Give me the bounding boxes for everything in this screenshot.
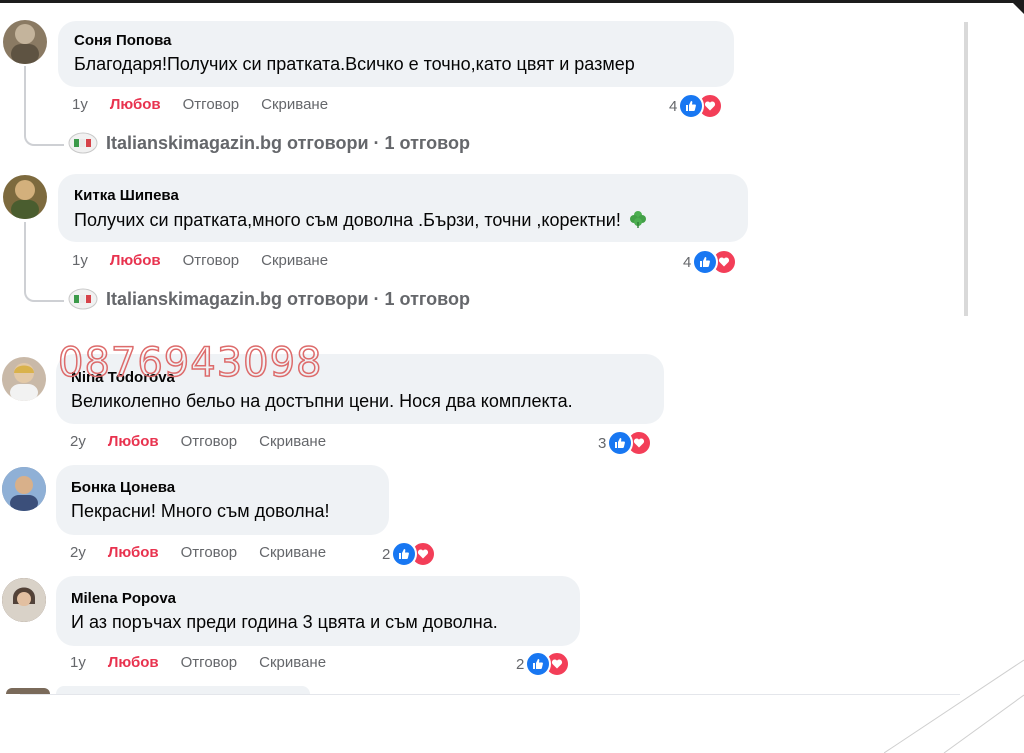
comment-actions: 1у Любов Отговор Скриване [72,252,350,269]
avatar[interactable] [3,20,47,64]
reaction-count: 2 [516,655,525,673]
reply-link[interactable]: Отговор [181,654,238,671]
hide-link[interactable]: Скриване [261,252,328,269]
comment-author[interactable]: Бонка Цонева [71,479,175,496]
comment-time[interactable]: 1у [72,96,88,113]
reply-link[interactable]: Отговор [181,544,238,561]
love-reaction-link[interactable]: Любов [108,654,159,671]
comment-author[interactable]: Китка Шипева [74,187,179,204]
reaction-summary[interactable]: 4 [683,249,738,275]
comment-actions: 2у Любов Отговор Скриване [70,433,348,450]
avatar[interactable] [2,357,46,401]
hide-link[interactable]: Скриване [259,433,326,450]
reaction-summary[interactable]: 3 [598,430,653,456]
top-border [0,0,1024,3]
reaction-summary[interactable]: 2 [382,541,437,567]
thread-connector [24,66,64,146]
comment-author[interactable]: Соня Попова [74,32,172,49]
hide-link[interactable]: Скриване [259,544,326,561]
reply-link[interactable]: Отговор [181,433,238,450]
crop-line [20,694,960,695]
love-reaction-link[interactable]: Любов [108,433,159,450]
top-corner-decoration [1010,0,1024,14]
reaction-summary[interactable]: 4 [669,93,724,119]
reply-link[interactable]: Отговор [183,252,240,269]
comment-bubble [56,465,389,535]
reaction-count: 3 [598,434,607,452]
page-reply-link[interactable]: Italianskimagazin.bg отговори · 1 отгово… [68,131,470,155]
reaction-summary[interactable]: 2 [516,651,571,677]
comment-actions: 2у Любов Отговор Скриване [70,544,348,561]
comment-text: Благодаря!Получих си пратката.Всичко е т… [74,54,635,74]
reaction-count: 4 [683,253,692,271]
comment-bubble [58,174,748,242]
comment-bubble [56,686,310,694]
thread-connector [24,222,64,302]
love-reaction-link[interactable]: Любов [110,96,161,113]
comment-text: И аз поръчах преди година 3 цвята и съм … [71,612,498,632]
avatar[interactable] [2,467,46,511]
phone-watermark: 0876943098 [57,339,323,387]
reply-link[interactable]: Отговор [183,96,240,113]
page-reply-text[interactable]: Italianskimagazin.bg отговори · 1 отгово… [106,289,470,310]
love-reaction-link[interactable]: Любов [110,252,161,269]
comment-time[interactable]: 2у [70,433,86,450]
comment-time[interactable]: 2у [70,544,86,561]
reaction-count: 2 [382,545,391,563]
comment-text: Пекрасни! Много съм доволна! [71,501,330,521]
comment-actions: 1у Любов Отговор Скриване [72,96,350,113]
comment-actions: 1у Любов Отговор Скриване [70,654,348,671]
reaction-count: 4 [669,97,678,115]
decorative-lines [884,659,1024,753]
page-reply-text[interactable]: Italianskimagazin.bg отговори · 1 отгово… [106,133,470,154]
comment-text: Получих си пратката,много съм доволна .Б… [74,210,621,230]
hide-link[interactable]: Скриване [261,96,328,113]
scrollbar[interactable] [964,22,968,316]
avatar[interactable] [2,578,46,622]
comment-bubble [56,576,580,646]
avatar[interactable] [3,175,47,219]
comment-time[interactable]: 1у [72,252,88,269]
comment-author[interactable]: Milena Popova [71,590,176,607]
hide-link[interactable]: Скриване [259,654,326,671]
shop-logo-icon [68,131,98,155]
comment-text-row: Получих си пратката,много съм доволна .Б… [74,209,648,231]
clover-emoji-icon [628,209,648,229]
love-reaction-link[interactable]: Любов [108,544,159,561]
comment-text: Великолепно бельо на достъпни цени. Нося… [71,391,573,411]
shop-logo-icon [68,287,98,311]
page-reply-link[interactable]: Italianskimagazin.bg отговори · 1 отгово… [68,287,470,311]
comment-time[interactable]: 1у [70,654,86,671]
